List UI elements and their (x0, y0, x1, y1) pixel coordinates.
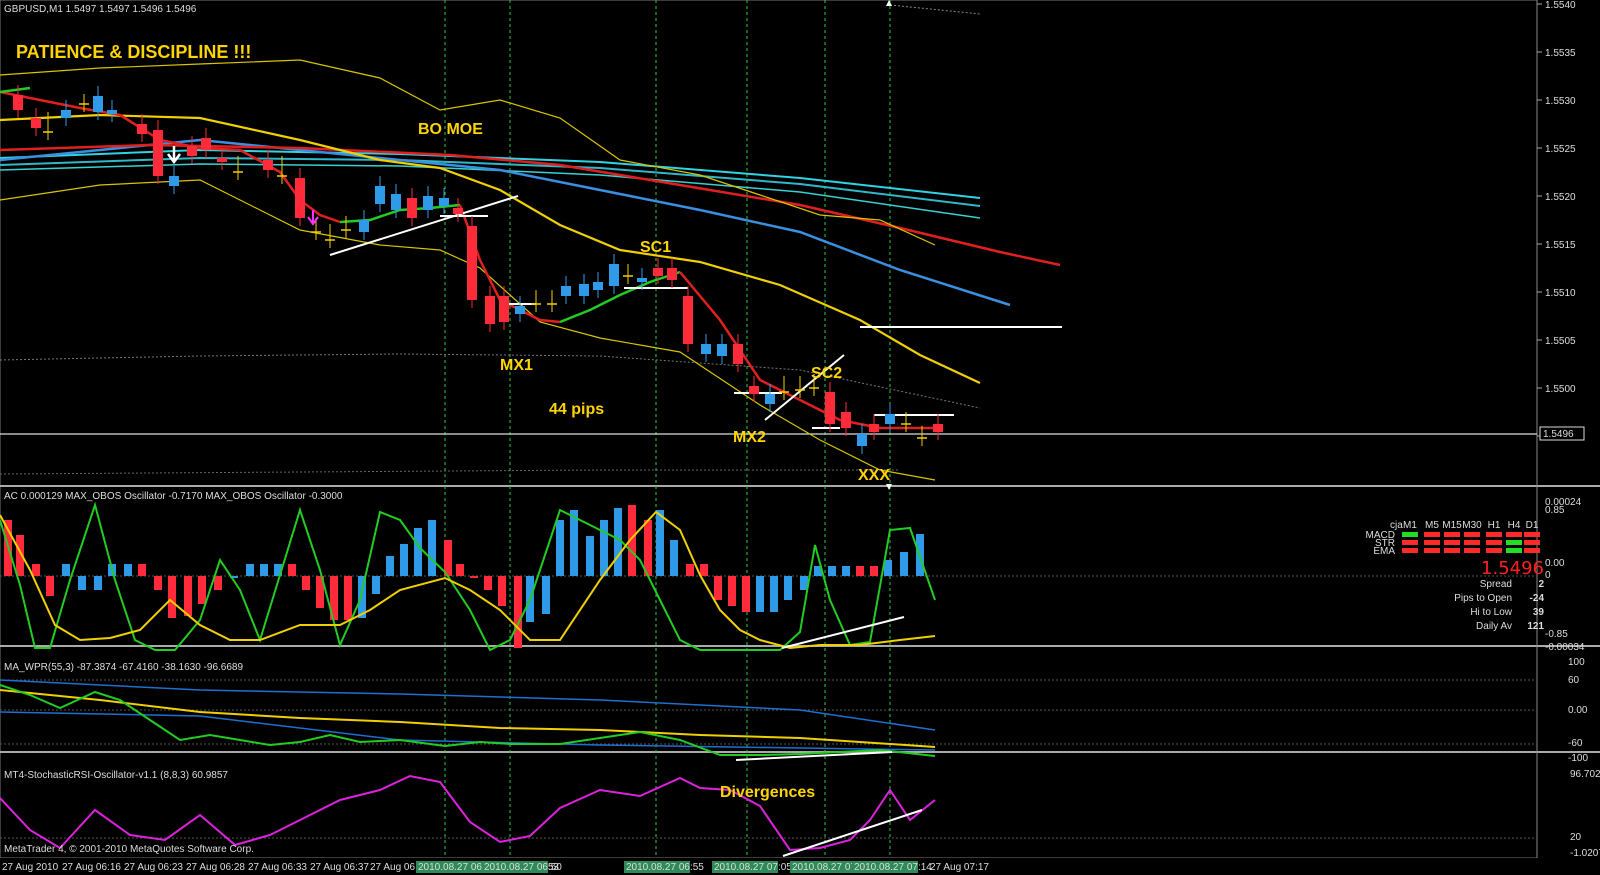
sc2-annotation: SC2 (811, 365, 842, 382)
info-stat-label: Hi to Low (1470, 607, 1512, 618)
info-timeframe-label: H4 (1508, 520, 1521, 531)
time-axis[interactable]: 27 Aug 2010 27 Aug 06:16 27 Aug 06:23 27 Au… (0, 858, 1600, 875)
stoch-axis-label: 20 (1570, 832, 1582, 843)
trading-chart[interactable]: PATIENCE & DISCIPLINE !!! BO MOE SC1 MX1… (0, 0, 1600, 875)
wpr-axis-label: -100 (1568, 753, 1588, 764)
info-stat-value: 39 (1533, 607, 1545, 618)
info-price: 1.5496 (1481, 558, 1544, 579)
time-tick-label: 27 Aug 06:28 (186, 862, 245, 873)
price-tick-label: 1.5510 (1545, 288, 1576, 299)
bo-moe-annotation: BO MOE (418, 121, 483, 138)
time-tick-label: 27 Aug 2010 (2, 862, 59, 873)
ac-axis-label: -0.00034 (1545, 642, 1585, 653)
time-highlight-label: 2010.08.27 06:55 (626, 862, 704, 873)
ac-axis-label: 0.85 (1545, 505, 1565, 516)
stoch-rsi-panel: MT4-StochasticRSI-Oscillator-v1.1 (8,8,3… (0, 770, 1537, 857)
ac-oscillator-panel: AC 0.000129 MAX_OBOS Oscillator -0.7170 … (0, 491, 1537, 652)
price-panel: PATIENCE & DISCIPLINE !!! BO MOE SC1 MX1… (0, 0, 1537, 490)
price-tick-label: 1.5520 (1545, 192, 1576, 203)
info-timeframe-label: M5 (1425, 520, 1439, 531)
price-tick-label: 1.5500 (1545, 384, 1576, 395)
info-stat-value: 2 (1538, 579, 1544, 590)
chart-frame (0, 0, 1538, 859)
price-tick-label: 1.5525 (1545, 144, 1576, 155)
wpr-axis-label: -60 (1568, 738, 1583, 749)
time-tick-label: 27 Aug 06:23 (124, 862, 183, 873)
ac-panel-axis: 0.000240.850.000-0.85-0.00034 (1545, 497, 1585, 653)
xxx-annotation: XXX (858, 467, 890, 484)
patience-annotation: PATIENCE & DISCIPLINE !!! (16, 42, 251, 62)
time-tick-label: 27 Aug 06:37 (310, 862, 369, 873)
info-stat-value: 121 (1527, 621, 1544, 632)
info-stat-label: Spread (1480, 579, 1512, 590)
price-tick-label: 1.5540 (1545, 0, 1576, 11)
info-stat-label: Pips to Open (1454, 593, 1512, 604)
divergences-annotation: Divergences (720, 784, 815, 801)
price-tick-label: 1.5530 (1545, 96, 1576, 107)
time-highlight-label: 2010.08.27 07:05 (714, 862, 792, 873)
time-highlight-label: 2010.08.27 06:50 (484, 862, 562, 873)
ac-axis-label: 0 (1545, 570, 1551, 581)
mx2-annotation: MX2 (733, 429, 766, 446)
marker-triangle-icon (886, 0, 892, 6)
time-tick-label: 27 Aug 06 (370, 862, 415, 873)
time-tick-label: 27 Aug 06:33 (248, 862, 307, 873)
info-row-label: EMA (1373, 546, 1395, 557)
info-stat-value: -24 (1530, 593, 1545, 604)
time-tick-label: 27 Aug 06:16 (62, 862, 121, 873)
symbol-header: GBPUSD,M1 1.5497 1.5497 1.5496 1.5496 (4, 4, 197, 15)
price-tick-label: 1.5505 (1545, 336, 1576, 347)
stoch-panel-axis: 96.7021 20 -1.0207 (1570, 769, 1600, 859)
info-timeframe-label: M1 (1403, 520, 1417, 531)
current-price-label: 1.5496 (1543, 429, 1574, 440)
ac-axis-label: -0.85 (1545, 629, 1568, 640)
stoch-panel-header: MT4-StochasticRSI-Oscillator-v1.1 (8,8,3… (4, 770, 228, 781)
sc1-annotation: SC1 (640, 239, 671, 256)
mx1-annotation: MX1 (500, 357, 533, 374)
wpr-axis-label: 0.00 (1568, 705, 1588, 716)
info-timeframe-label: H1 (1488, 520, 1501, 531)
price-tick-label: 1.5515 (1545, 240, 1576, 251)
stoch-axis-label: -1.0207 (1570, 848, 1600, 859)
copyright-label: MetaTrader 4, © 2001-2010 MetaQuotes Sof… (4, 844, 254, 855)
stoch-axis-label: 96.7021 (1570, 769, 1600, 780)
wpr-panel-header: MA_WPR(55,3) -87.3874 -67.4160 -38.1630 … (4, 662, 243, 673)
ac-axis-label: 0.00 (1545, 558, 1565, 569)
pips-annotation: 44 pips (549, 401, 604, 418)
info-timeframe-label: M30 (1462, 520, 1482, 531)
wpr-panel-axis: 100 60 0.00 -60 -100 (1568, 657, 1588, 764)
info-timeframe-label: M15 (1442, 520, 1462, 531)
wpr-axis-label: 60 (1568, 675, 1580, 686)
time-highlight-label: 2010.08.27 06:2 (418, 862, 491, 873)
info-stat-label: Daily Av (1476, 621, 1512, 632)
price-axis[interactable]: 1.5540 1.5535 1.5530 1.5525 1.5520 1.5515 1.55… (1537, 0, 1585, 443)
time-tick-label: 27 Aug 07:17 (930, 862, 989, 873)
wpr-panel: MA_WPR(55,3) -87.3874 -67.4160 -38.1630 … (0, 662, 1537, 761)
ac-panel-header: AC 0.000129 MAX_OBOS Oscillator -0.7170 … (4, 491, 343, 502)
wpr-axis-label: 100 (1568, 657, 1585, 668)
price-tick-label: 1.5535 (1545, 48, 1576, 59)
time-highlight-label: 2010.08.27 07:14 (854, 862, 932, 873)
info-timeframe-label: D1 (1526, 520, 1539, 531)
